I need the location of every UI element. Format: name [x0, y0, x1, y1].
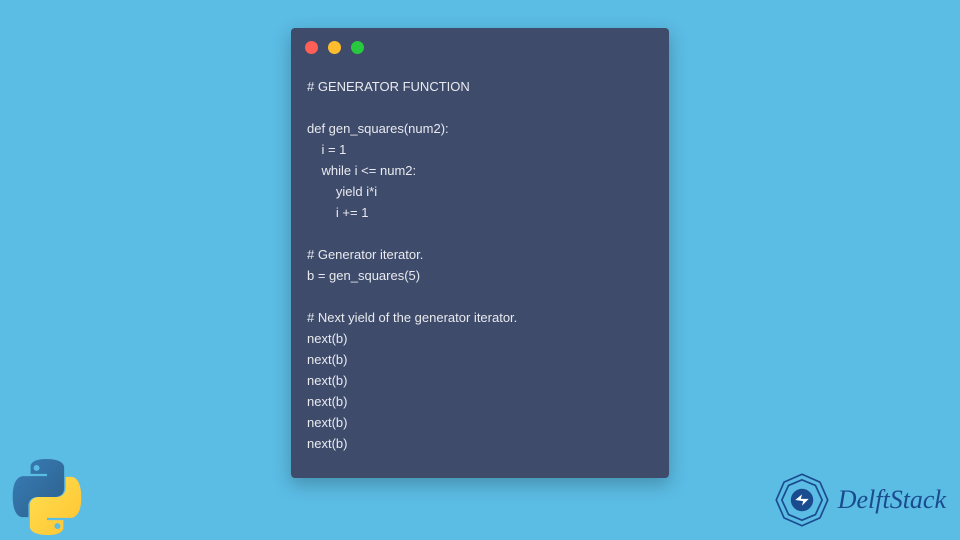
minimize-icon	[328, 41, 341, 54]
close-icon	[305, 41, 318, 54]
window-titlebar	[291, 28, 669, 66]
brand-name: DelftStack	[838, 485, 946, 515]
brand-logo-icon	[774, 472, 830, 528]
code-block: # GENERATOR FUNCTION def gen_squares(num…	[291, 66, 669, 478]
brand: DelftStack	[774, 472, 946, 528]
python-logo-icon	[6, 456, 88, 538]
maximize-icon	[351, 41, 364, 54]
code-window: # GENERATOR FUNCTION def gen_squares(num…	[291, 28, 669, 478]
